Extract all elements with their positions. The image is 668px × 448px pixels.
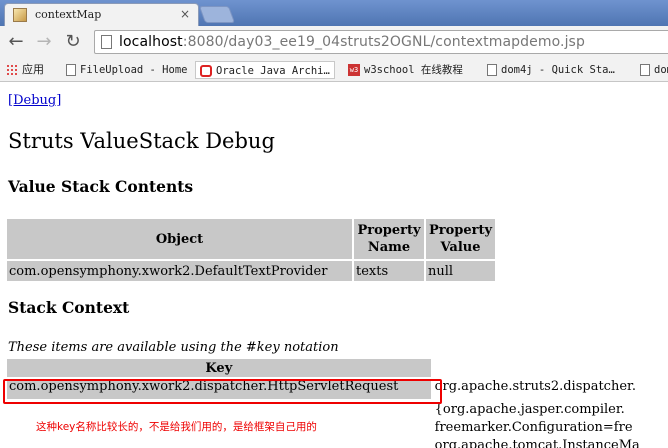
url-path: :8080/day03_ee19_04struts2OGNL/contextma… xyxy=(182,34,585,50)
stack-context-heading: Stack Context xyxy=(8,298,130,317)
page-title: Struts ValueStack Debug xyxy=(8,129,275,153)
bookmarks-bar: 应用 FileUpload - Home Oracle Java Archi… … xyxy=(0,58,668,82)
bookmark-dom[interactable]: dom xyxy=(640,61,668,79)
new-tab-button[interactable] xyxy=(198,6,236,23)
url-host: localhost xyxy=(119,34,183,50)
column-header-object: Object xyxy=(7,219,352,259)
tab-strip: contextMap × xyxy=(0,0,668,26)
page-icon xyxy=(66,64,76,76)
bookmark-fileupload[interactable]: FileUpload - Home xyxy=(66,61,187,79)
stack-context-note: These items are available using the #key… xyxy=(8,340,339,355)
column-header-key: Key xyxy=(7,359,431,377)
table-row: com.opensymphony.xwork2.DefaultTextProvi… xyxy=(7,261,495,281)
value-stack-heading: Value Stack Contents xyxy=(8,177,194,196)
apps-grid-icon xyxy=(6,64,18,76)
bookmark-w3school[interactable]: w3 w3school 在线教程 xyxy=(348,61,463,79)
page-icon xyxy=(487,64,497,76)
bookmark-oracle-java[interactable]: Oracle Java Archi… xyxy=(195,61,335,79)
bookmark-apps[interactable]: 应用 xyxy=(6,61,44,79)
table-cell-property-value: null xyxy=(426,261,495,281)
tab-close-icon[interactable]: × xyxy=(180,7,190,21)
column-header-property-name: Property Name xyxy=(354,219,424,259)
debug-link[interactable]: [Debug] xyxy=(8,93,61,108)
tab-title: contextMap xyxy=(35,8,102,21)
forward-arrow-icon[interactable]: → xyxy=(33,31,55,53)
back-arrow-icon[interactable]: ← xyxy=(5,31,27,53)
bookmark-dom4j[interactable]: dom4j - Quick Sta… xyxy=(487,61,615,79)
table-cell-value: {org.apache.jasper.compiler. freemarker.C… xyxy=(432,401,666,448)
reload-icon[interactable]: ↻ xyxy=(62,31,84,53)
page-icon xyxy=(101,35,112,49)
table-cell-property-name: texts xyxy=(354,261,424,281)
browser-toolbar: ← → ↻ localhost:8080/day03_ee19_04struts… xyxy=(0,26,668,58)
column-header-property-value: Property Value xyxy=(426,219,495,259)
value-stack-table: Object Property Name Property Value com.op… xyxy=(5,217,497,283)
highlight-box xyxy=(3,379,442,404)
url-text[interactable]: localhost:8080/day03_ee19_04struts2OGNL/… xyxy=(119,34,585,50)
table-cell-object: com.opensymphony.xwork2.DefaultTextProvi… xyxy=(7,261,352,281)
column-header-value xyxy=(432,359,666,377)
page-favicon-icon xyxy=(13,8,27,22)
w3school-icon: w3 xyxy=(348,64,360,76)
address-bar[interactable]: localhost:8080/day03_ee19_04struts2OGNL/… xyxy=(94,30,668,54)
page-icon xyxy=(640,64,650,76)
annotation-note: 这种key名称比较长的，不是给我们用的，是给框架自己用的 xyxy=(36,421,317,433)
page-content: [Debug] Struts ValueStack Debug Value St… xyxy=(0,83,668,448)
oracle-icon xyxy=(200,65,212,77)
browser-tab[interactable]: contextMap × xyxy=(4,3,199,26)
table-cell-value: org.apache.struts2.dispatcher. xyxy=(432,379,666,399)
